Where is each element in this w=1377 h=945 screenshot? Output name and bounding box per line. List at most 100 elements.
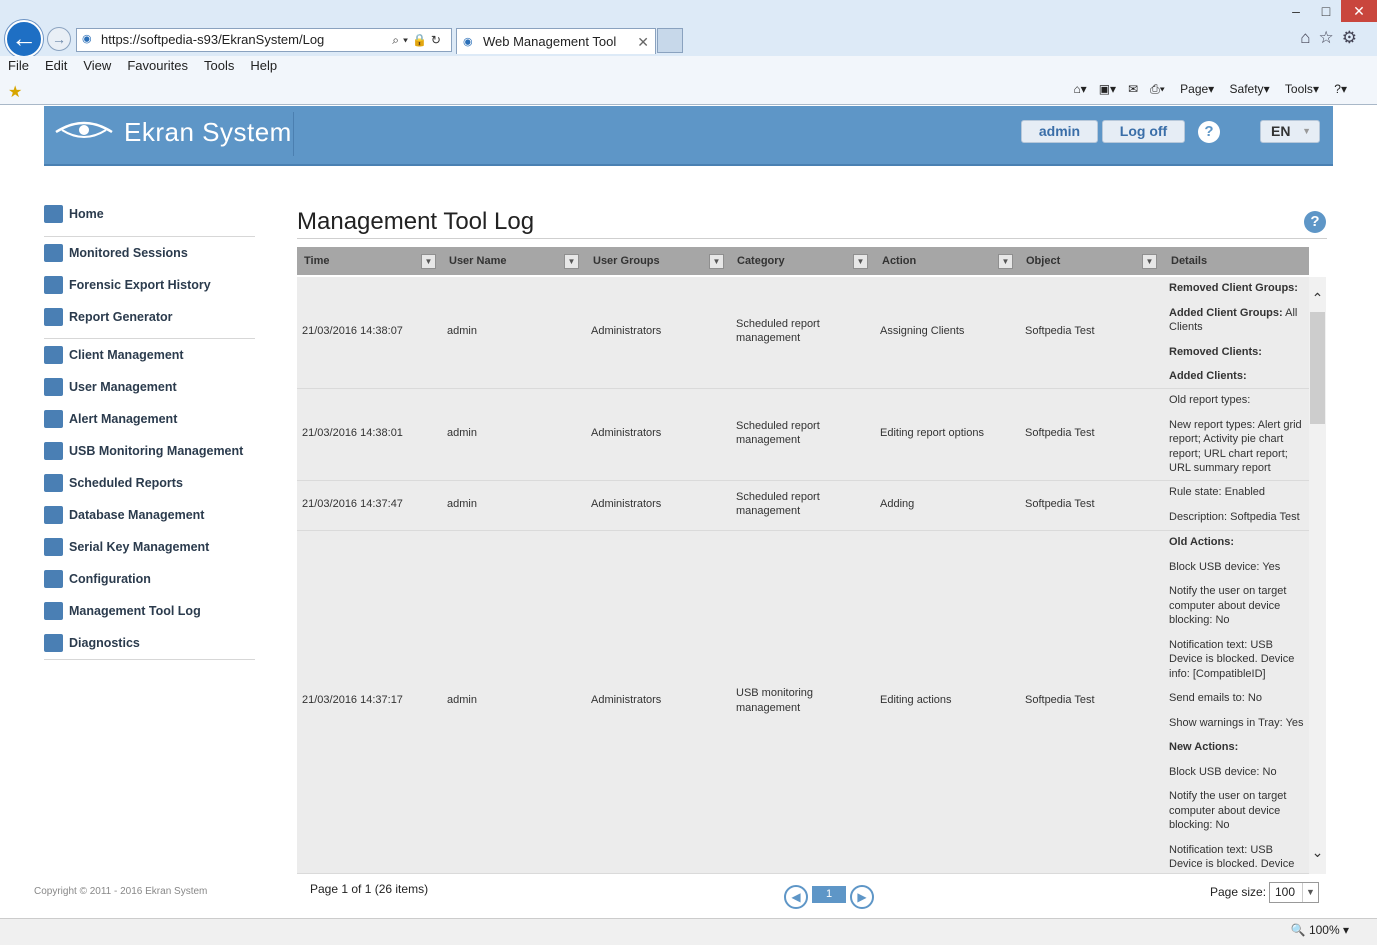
sidebar-item-monitored-sessions[interactable]: Monitored Sessions [44, 241, 256, 265]
sidebar-item-usb-monitoring[interactable]: USB Monitoring Management [44, 439, 256, 463]
language-select[interactable]: EN ▼ [1260, 120, 1320, 143]
page-number-button[interactable]: 1 [812, 886, 846, 903]
cmd-home-icon[interactable]: ⌂▾ [1073, 82, 1086, 96]
cell-time: 21/03/2016 14:38:07 [302, 324, 403, 337]
detail-line: Added Clients: [1169, 370, 1247, 382]
filter-icon[interactable]: ▼ [853, 254, 868, 269]
column-user-groups[interactable]: User Groups ▼ [586, 247, 724, 275]
cmd-safety[interactable]: Safety [1230, 82, 1264, 96]
user-button[interactable]: admin [1021, 120, 1098, 143]
sidebar-item-alert-management[interactable]: Alert Management [44, 407, 256, 431]
next-page-icon[interactable]: ▶ [850, 885, 874, 909]
menu-file[interactable]: File [0, 56, 37, 76]
detail-line: Rule state: Enabled [1169, 486, 1266, 498]
sidebar-item-label: USB Monitoring Management [69, 444, 244, 458]
page-size-label: Page size: [1210, 885, 1267, 899]
cell-category: Scheduled report management [736, 490, 820, 518]
log-icon [44, 602, 63, 620]
sidebar-item-home[interactable]: Home [44, 202, 256, 226]
filter-icon[interactable]: ▼ [564, 254, 579, 269]
address-tools-icon[interactable]: ⌕▾🔒↻ [392, 29, 445, 51]
filter-icon[interactable]: ▼ [1142, 254, 1157, 269]
sidebar-item-client-management[interactable]: Client Management [44, 343, 256, 367]
menu-view[interactable]: View [75, 56, 119, 76]
cell-category: Scheduled report management [736, 317, 820, 345]
filter-icon[interactable]: ▼ [421, 254, 436, 269]
header-help-icon[interactable]: ? [1198, 121, 1220, 143]
home-icon[interactable]: ⌂ [1300, 28, 1318, 47]
table-row[interactable]: 21/03/2016 14:38:01 admin Administrators Sc… [297, 389, 1309, 481]
status-bar [0, 918, 1377, 945]
minimize-icon[interactable]: – [1281, 0, 1311, 22]
sidebar-item-label: Diagnostics [69, 636, 140, 650]
column-object[interactable]: Object ▼ [1019, 247, 1157, 275]
copyright: Copyright © 2011 - 2016 Ekran System [34, 886, 208, 897]
menu-help[interactable]: Help [242, 56, 285, 76]
detail-line: Block USB device: No [1169, 765, 1277, 778]
table-row[interactable]: 21/03/2016 14:38:07 admin Administrators Sc… [297, 277, 1309, 389]
feed-icon[interactable]: ▣▾ [1099, 82, 1116, 96]
detail-line: Description: Softpedia Test [1169, 510, 1300, 523]
menu-tools[interactable]: Tools [196, 56, 242, 76]
star-icon[interactable]: ☆ [1319, 28, 1342, 47]
new-tab-button[interactable] [657, 28, 683, 53]
detail-line: Old report types: [1169, 394, 1251, 406]
tab-title: Web Management Tool [483, 34, 617, 49]
browser-tab[interactable]: ◉ Web Management Tool ✕ [456, 28, 656, 54]
cell-group: Administrators [591, 497, 662, 510]
column-user-name[interactable]: User Name ▼ [442, 247, 579, 275]
logoff-button[interactable]: Log off [1102, 120, 1185, 143]
filter-icon[interactable]: ▼ [998, 254, 1013, 269]
filter-icon[interactable]: ▼ [709, 254, 724, 269]
cmd-help-icon[interactable]: ?▾ [1334, 82, 1347, 96]
column-category[interactable]: Category ▼ [730, 247, 868, 275]
prev-page-icon[interactable]: ◀ [784, 885, 808, 909]
print-icon[interactable]: ⎙▾ [1150, 82, 1165, 96]
column-time[interactable]: Time ▼ [297, 247, 436, 275]
favorites-star-icon[interactable]: ★ [8, 82, 22, 102]
sidebar-item-user-management[interactable]: User Management [44, 375, 256, 399]
page-help-icon[interactable]: ? [1304, 211, 1326, 233]
zoom-icon: 🔍 [1290, 923, 1306, 937]
table-row[interactable]: 21/03/2016 14:37:47 admin Administrators Sc… [297, 481, 1309, 531]
detail-line: Removed Client Groups: [1169, 282, 1298, 294]
cell-details: Removed Client Groups: Added Client Group… [1169, 281, 1309, 394]
table-row[interactable]: 21/03/2016 14:37:17 admin Administrators US… [297, 531, 1309, 874]
sidebar-item-configuration[interactable]: Configuration [44, 567, 256, 591]
tab-close-icon[interactable]: ✕ [637, 29, 649, 55]
sidebar-item-forensic-export[interactable]: Forensic Export History [44, 273, 256, 297]
sidebar-item-label: Home [69, 207, 104, 221]
detail-line: Notification text: USB Device is blocked… [1169, 638, 1295, 680]
sidebar-item-database-management[interactable]: Database Management [44, 503, 256, 527]
sidebar-item-label: Client Management [69, 348, 184, 362]
scrollbar-thumb[interactable] [1310, 312, 1325, 424]
address-bar[interactable]: ◉ https://softpedia-s93/EkranSystem/Log ⌕▾… [76, 28, 452, 52]
scroll-up-icon[interactable]: ⌃ [1310, 290, 1325, 307]
window-controls: – □ ✕ [1281, 0, 1377, 22]
cell-action: Assigning Clients [880, 324, 965, 337]
close-icon[interactable]: ✕ [1341, 0, 1377, 22]
page-size-select[interactable]: 100 ▼ [1269, 882, 1319, 903]
logo-text: Ekran System [124, 117, 292, 147]
gear-icon[interactable]: ⚙ [1342, 28, 1365, 47]
sidebar-item-diagnostics[interactable]: Diagnostics [44, 631, 256, 655]
forward-button[interactable]: → [47, 27, 71, 51]
sidebar-item-management-tool-log[interactable]: Management Tool Log [44, 599, 256, 623]
back-button[interactable]: ← [5, 20, 43, 58]
cmd-page[interactable]: Page [1180, 82, 1208, 96]
menu-edit[interactable]: Edit [37, 56, 75, 76]
sidebar-item-scheduled-reports[interactable]: Scheduled Reports [44, 471, 256, 495]
sidebar-item-report-generator[interactable]: Report Generator [44, 305, 256, 329]
column-details[interactable]: Details [1164, 247, 1304, 275]
film-icon [44, 276, 63, 294]
zoom-level[interactable]: 🔍 100% ▾ [1291, 923, 1349, 937]
menu-favourites[interactable]: Favourites [119, 56, 196, 76]
sidebar-item-serial-key[interactable]: Serial Key Management [44, 535, 256, 559]
scroll-down-icon[interactable]: ⌄ [1310, 844, 1325, 861]
detail-line: New Actions: [1169, 741, 1239, 753]
maximize-icon[interactable]: □ [1311, 0, 1341, 22]
cmd-tools[interactable]: Tools [1285, 82, 1313, 96]
column-action[interactable]: Action ▼ [875, 247, 1013, 275]
mail-icon[interactable]: ✉ [1128, 82, 1138, 96]
cell-category: Scheduled report management [736, 419, 820, 447]
